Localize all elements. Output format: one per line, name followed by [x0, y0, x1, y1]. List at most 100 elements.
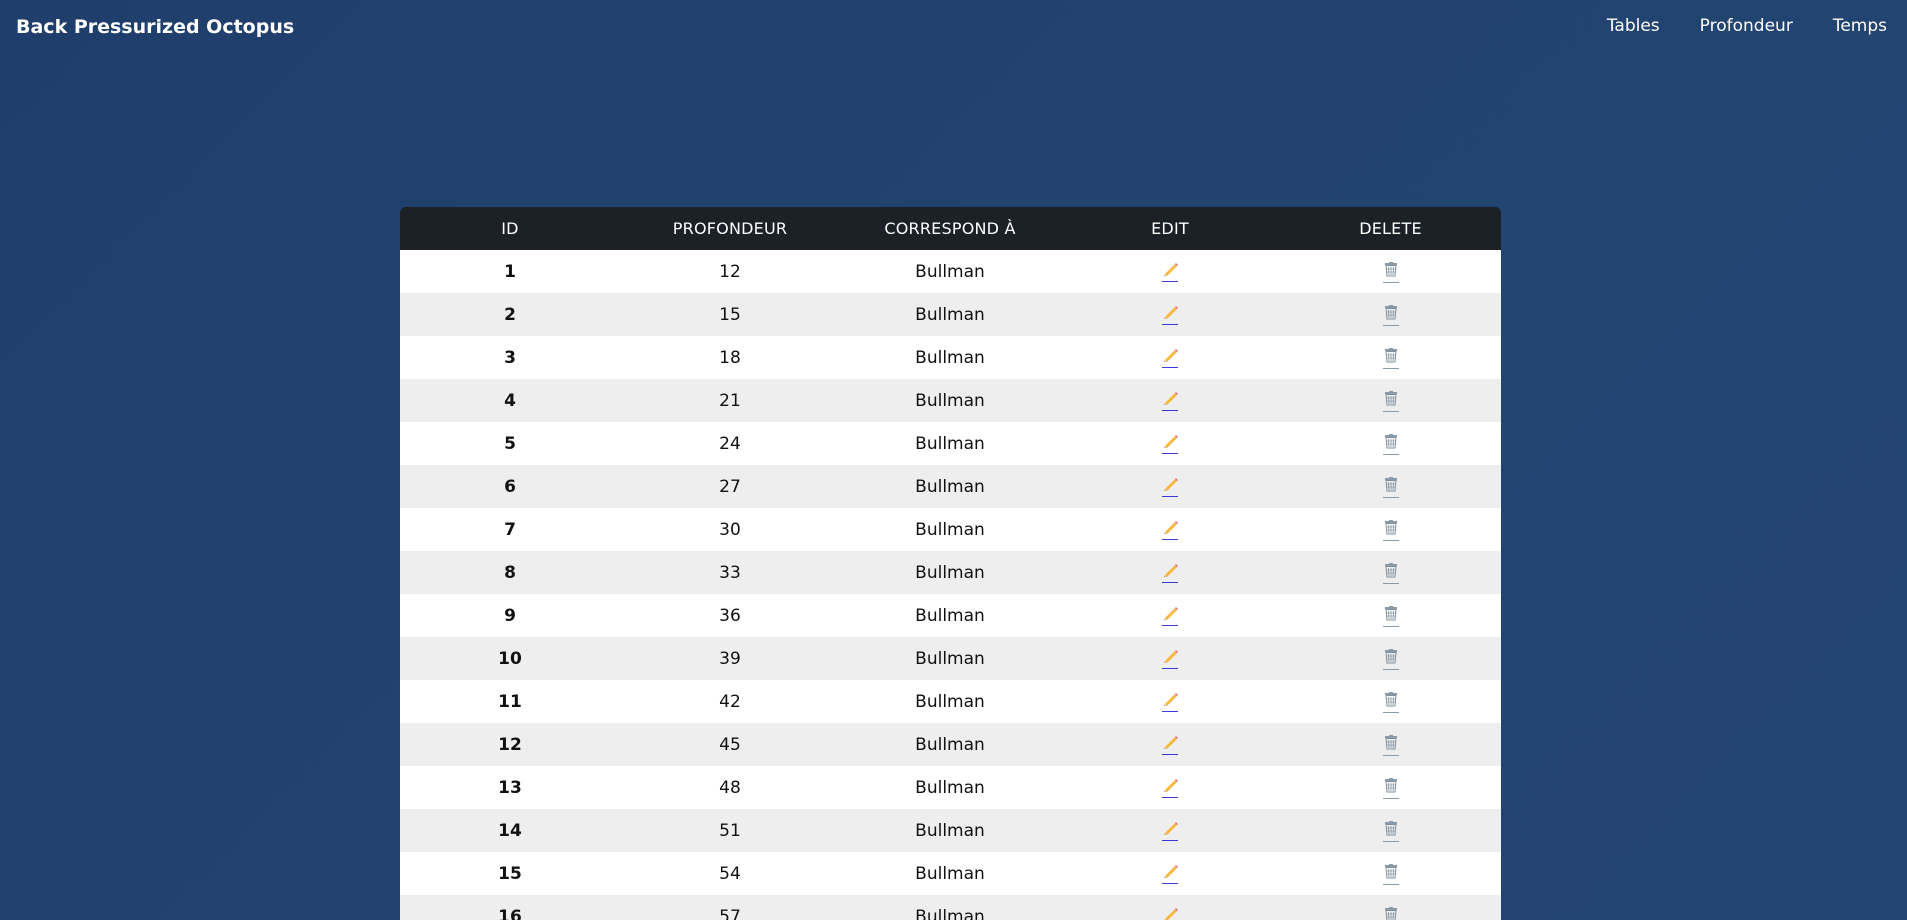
cell-correspond: Bullman: [915, 476, 985, 497]
edit-link[interactable]: [1162, 907, 1178, 920]
edit-link[interactable]: [1162, 606, 1178, 626]
edit-link[interactable]: [1162, 305, 1178, 325]
cell-id: 3: [504, 347, 516, 368]
cell-delete: [1280, 680, 1501, 723]
cell-id: 7: [504, 519, 516, 540]
nav-link-temps[interactable]: Temps: [1833, 16, 1887, 36]
table-row: 13 48 Bullman: [400, 766, 1501, 809]
edit-link[interactable]: [1162, 649, 1178, 669]
cell-profondeur: 42: [719, 691, 741, 712]
cell-profondeur: 36: [719, 605, 741, 626]
table-row: 4 21 Bullman: [400, 379, 1501, 422]
cell-correspond: Bullman: [915, 691, 985, 712]
cell-delete: [1280, 852, 1501, 895]
cell-delete: [1280, 809, 1501, 852]
cell-edit: [1060, 422, 1280, 465]
cell-correspond: Bullman: [915, 304, 985, 325]
cell-id: 4: [504, 390, 516, 411]
pencil-icon: [1162, 348, 1178, 362]
cell-id: 11: [498, 691, 522, 712]
edit-link[interactable]: [1162, 262, 1178, 282]
column-header-edit: EDIT: [1151, 219, 1189, 238]
cell-edit: [1060, 465, 1280, 508]
edit-link[interactable]: [1162, 348, 1178, 368]
table-row: 10 39 Bullman: [400, 637, 1501, 680]
delete-link[interactable]: [1382, 777, 1399, 799]
edit-link[interactable]: [1162, 821, 1178, 841]
edit-link[interactable]: [1162, 864, 1178, 884]
delete-link[interactable]: [1382, 390, 1399, 412]
table-row: 9 36 Bullman: [400, 594, 1501, 637]
cell-id: 6: [504, 476, 516, 497]
pencil-icon: [1162, 563, 1178, 577]
cell-id: 12: [498, 734, 522, 755]
delete-link[interactable]: [1382, 734, 1399, 756]
pencil-icon: [1162, 434, 1178, 448]
edit-link[interactable]: [1162, 692, 1178, 712]
edit-link[interactable]: [1162, 778, 1178, 798]
cell-correspond: Bullman: [915, 734, 985, 755]
cell-id: 14: [498, 820, 522, 841]
edit-link[interactable]: [1162, 391, 1178, 411]
delete-link[interactable]: [1382, 519, 1399, 541]
delete-link[interactable]: [1382, 562, 1399, 584]
edit-link[interactable]: [1162, 434, 1178, 454]
cell-correspond: Bullman: [915, 906, 985, 920]
cell-id: 1: [504, 261, 516, 282]
trash-icon: [1383, 605, 1399, 621]
cell-delete: [1280, 766, 1501, 809]
delete-link[interactable]: [1382, 863, 1399, 885]
delete-link[interactable]: [1382, 648, 1399, 670]
cell-edit: [1060, 766, 1280, 809]
column-header-id: ID: [501, 219, 519, 238]
table-row: 11 42 Bullman: [400, 680, 1501, 723]
table-row: 12 45 Bullman: [400, 723, 1501, 766]
nav-links: Tables Profondeur Temps: [1607, 16, 1887, 36]
cell-delete: [1280, 336, 1501, 379]
cell-correspond: Bullman: [915, 820, 985, 841]
table-row: 2 15 Bullman: [400, 293, 1501, 336]
pencil-icon: [1162, 649, 1178, 663]
pencil-icon: [1162, 391, 1178, 405]
cell-edit: [1060, 852, 1280, 895]
trash-icon: [1383, 347, 1399, 363]
cell-edit: [1060, 293, 1280, 336]
trash-icon: [1383, 519, 1399, 535]
delete-link[interactable]: [1382, 691, 1399, 713]
delete-link[interactable]: [1382, 605, 1399, 627]
cell-delete: [1280, 594, 1501, 637]
nav-link-profondeur[interactable]: Profondeur: [1700, 16, 1793, 36]
cell-delete: [1280, 379, 1501, 422]
cell-edit: [1060, 809, 1280, 852]
edit-link[interactable]: [1162, 563, 1178, 583]
brand-link[interactable]: Back Pressurized Octopus: [16, 16, 294, 38]
edit-link[interactable]: [1162, 520, 1178, 540]
edit-link[interactable]: [1162, 477, 1178, 497]
table-row: 16 57 Bullman: [400, 895, 1501, 920]
table-row: 7 30 Bullman: [400, 508, 1501, 551]
delete-link[interactable]: [1382, 347, 1399, 369]
delete-link[interactable]: [1382, 820, 1399, 842]
cell-id: 5: [504, 433, 516, 454]
profondeur-table-container: ID PROFONDEUR CORRESPOND À EDIT DELETE 1…: [400, 207, 1501, 920]
cell-id: 16: [498, 906, 522, 920]
table-row: 5 24 Bullman: [400, 422, 1501, 465]
trash-icon: [1383, 261, 1399, 277]
delete-link[interactable]: [1382, 304, 1399, 326]
cell-edit: [1060, 680, 1280, 723]
nav-link-tables[interactable]: Tables: [1607, 16, 1660, 36]
delete-link[interactable]: [1382, 433, 1399, 455]
delete-link[interactable]: [1383, 906, 1399, 920]
cell-delete: [1280, 293, 1501, 336]
pencil-icon: [1162, 606, 1178, 620]
cell-correspond: Bullman: [915, 777, 985, 798]
delete-link[interactable]: [1382, 476, 1399, 498]
edit-link[interactable]: [1162, 735, 1178, 755]
trash-icon: [1383, 820, 1399, 836]
trash-icon: [1383, 863, 1399, 879]
top-navbar: Back Pressurized Octopus Tables Profonde…: [0, 0, 1907, 54]
cell-edit: [1060, 336, 1280, 379]
cell-delete: [1280, 465, 1501, 508]
delete-link[interactable]: [1382, 261, 1399, 283]
cell-correspond: Bullman: [915, 648, 985, 669]
